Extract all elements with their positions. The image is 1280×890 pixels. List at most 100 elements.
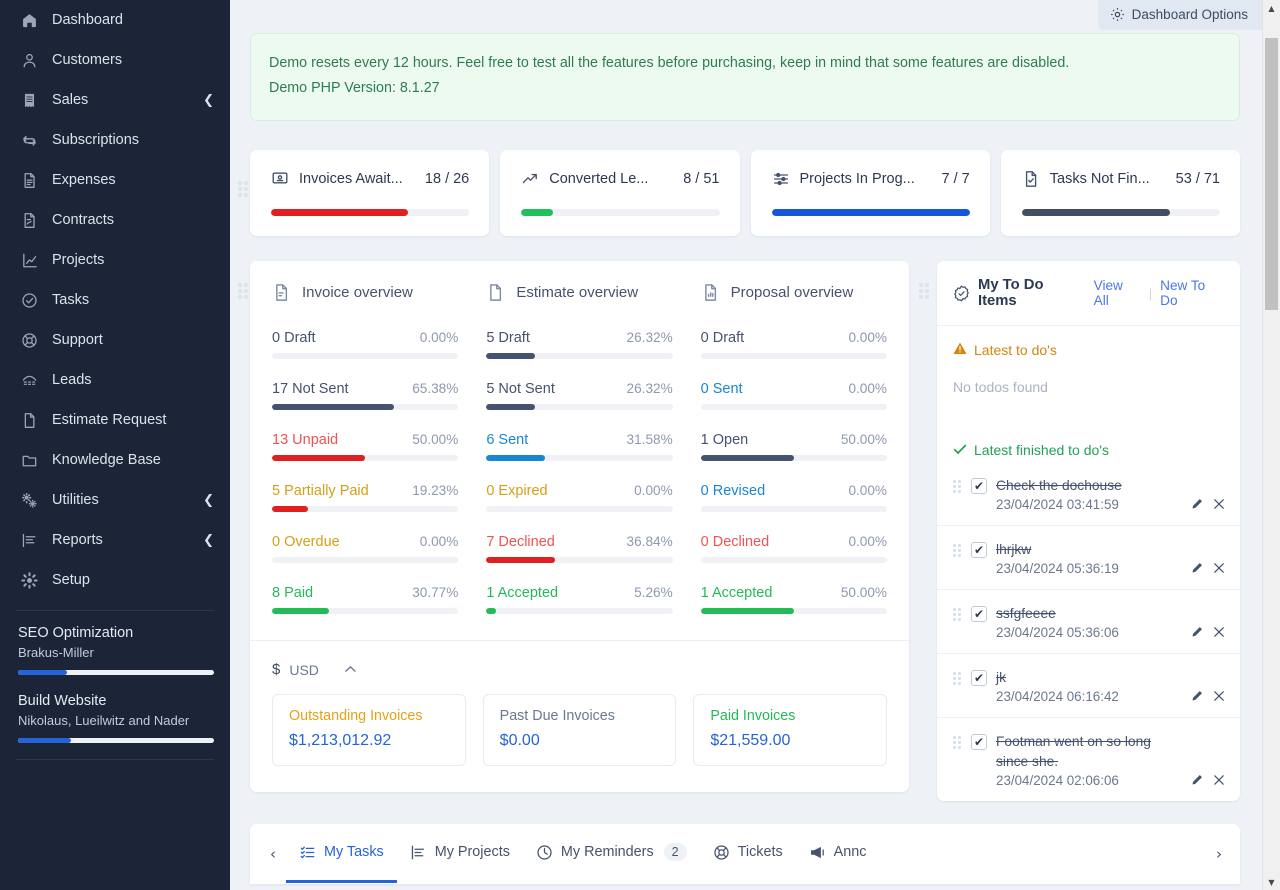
check-badge-icon [953, 284, 970, 302]
tab-annc[interactable]: Annc [796, 824, 880, 883]
kpi-card[interactable]: Projects In Prog... 7 / 7 [750, 150, 990, 236]
sidebar-item-subscriptions[interactable]: Subscriptions [0, 120, 230, 160]
currency-selector[interactable]: $ USD [272, 661, 887, 678]
sidebar-item-knowledge-base[interactable]: Knowledge Base [0, 440, 230, 480]
overview-row: 0 Revised 0.00% [700, 483, 887, 512]
todo-panel-drag-handle[interactable] [919, 283, 930, 299]
tab-my-projects[interactable]: My Projects [397, 824, 523, 883]
sidebar-item-contracts[interactable]: Contracts [0, 200, 230, 240]
scrollbar-thumb[interactable] [1265, 38, 1278, 310]
overview-columns: Invoice overview 0 Draft 0.00% 17 Not Sent 6… [272, 283, 887, 614]
tabs-prev-arrow[interactable]: ‹ [260, 845, 286, 863]
kpi-progress-bar [521, 209, 720, 216]
todo-drag-handle[interactable] [953, 480, 962, 493]
kpi-card[interactable]: Invoices Await... 18 / 26 [250, 150, 490, 236]
close-icon[interactable] [1212, 497, 1226, 511]
pencil-icon[interactable] [1190, 561, 1204, 575]
kpi-card[interactable]: Converted Le... 8 / 51 [500, 150, 740, 236]
scroll-up-arrow[interactable]: ▲ [1263, 0, 1280, 16]
kpi-header: Projects In Prog... 7 / 7 [772, 170, 970, 188]
todo-checkbox[interactable]: ✔ [971, 478, 987, 494]
pencil-icon[interactable] [1190, 497, 1204, 511]
warning-triangle-icon [953, 342, 967, 358]
overview-row-label: 7 Declined [486, 534, 555, 550]
sidebar-item-utilities[interactable]: Utilities ❮ [0, 480, 230, 520]
overview-row-percent: 0.00% [848, 483, 887, 498]
pencil-icon[interactable] [1190, 689, 1204, 703]
tab-tickets[interactable]: Tickets [700, 824, 796, 883]
chevron-left-icon[interactable]: ❮ [203, 94, 214, 107]
currency-symbol: $ [272, 661, 281, 678]
todo-new-link[interactable]: New To Do [1160, 278, 1226, 308]
todo-checkbox[interactable]: ✔ [971, 606, 987, 622]
sidebar-item-customers[interactable]: Customers [0, 40, 230, 80]
overview-row-percent: 36.84% [626, 534, 673, 549]
sidebar-item-estimate-request[interactable]: Estimate Request [0, 400, 230, 440]
todo-item-actions [1190, 625, 1226, 640]
sidebar-item-support[interactable]: Support [0, 320, 230, 360]
sidebar-item-dashboard[interactable]: Dashboard [0, 0, 230, 40]
todo-checkbox[interactable]: ✔ [971, 734, 987, 750]
kpi-card[interactable]: Tasks Not Fin... 53 / 71 [1000, 150, 1240, 236]
overview-row-label: 0 Overdue [272, 534, 340, 550]
kpi-progress-bar [271, 209, 470, 216]
money-card[interactable]: Outstanding Invoices $1,213,012.92 [272, 694, 466, 766]
sidebar-item-leads[interactable]: Leads [0, 360, 230, 400]
tab-my-reminders[interactable]: My Reminders 2 [523, 824, 700, 883]
pencil-icon[interactable] [1190, 625, 1204, 639]
report-icon [18, 530, 40, 550]
todo-header: My To Do Items View All | New To Do [937, 261, 1240, 326]
overview-row: 6 Sent 31.58% [486, 432, 673, 461]
scroll-down-arrow[interactable]: ▼ [1263, 874, 1280, 890]
gear-icon [1110, 7, 1125, 22]
chevron-left-icon[interactable]: ❮ [203, 534, 214, 547]
close-icon[interactable] [1212, 689, 1226, 703]
todo-drag-handle[interactable] [953, 672, 962, 685]
close-icon[interactable] [1212, 561, 1226, 575]
todo-item-content: jk 23/04/2024 06:16:42 [996, 668, 1181, 704]
overview-row-bar [486, 404, 673, 410]
overview-row-percent: 0.00% [848, 381, 887, 396]
todo-drag-handle[interactable] [953, 544, 962, 557]
overview-panel-drag-handle[interactable] [238, 283, 249, 299]
overview-row-bar [272, 404, 459, 410]
sidebar-project-progress [18, 738, 214, 743]
pencil-icon[interactable] [1190, 773, 1204, 787]
vertical-scrollbar[interactable]: ▲ ▼ [1262, 0, 1280, 890]
overview-row-percent: 19.23% [412, 483, 459, 498]
sidebar-project-item[interactable]: Build Website Nikolaus, Lueilwitz and Nad… [0, 691, 230, 743]
overview-column-title: Estimate overview [516, 284, 639, 301]
kpi-value: 53 / 71 [1175, 171, 1220, 187]
money-card[interactable]: Past Due Invoices $0.00 [482, 694, 677, 766]
dashboard-options-button[interactable]: Dashboard Options [1097, 0, 1262, 30]
close-icon[interactable] [1212, 773, 1226, 787]
close-icon[interactable] [1212, 625, 1226, 639]
sidebar-item-setup[interactable]: Setup [0, 560, 230, 600]
todo-drag-handle[interactable] [953, 736, 962, 749]
sidebar-item-reports[interactable]: Reports ❮ [0, 520, 230, 560]
chevron-up-icon[interactable] [344, 663, 357, 677]
sidebar-item-tasks[interactable]: Tasks [0, 280, 230, 320]
sidebar-item-label: Contracts [52, 212, 115, 228]
overview-row-percent: 31.58% [626, 432, 673, 447]
tab-my-tasks[interactable]: My Tasks [286, 824, 397, 883]
sidebar-item-sales[interactable]: Sales ❮ [0, 80, 230, 120]
todo-checkbox[interactable]: ✔ [971, 542, 987, 558]
todo-view-all-link[interactable]: View All [1094, 278, 1141, 308]
chevron-left-icon[interactable]: ❮ [203, 494, 214, 507]
money-card-value: $21,559.00 [710, 732, 791, 749]
tabs-next-arrow[interactable]: › [1206, 845, 1232, 863]
todo-drag-handle[interactable] [953, 608, 962, 621]
todo-latest-heading: Latest to do's [937, 326, 1240, 358]
todo-latest-heading-label: Latest to do's [974, 342, 1057, 358]
chart-icon [18, 250, 40, 270]
overview-row-bar [486, 506, 673, 512]
sidebar-project-item[interactable]: SEO Optimization Brakus-Miller [0, 623, 230, 675]
sidebar-item-label: Projects [52, 252, 105, 268]
kpi-row-drag-handle[interactable] [238, 181, 249, 197]
todo-checkbox[interactable]: ✔ [971, 670, 987, 686]
proposal-doc-icon [701, 283, 720, 302]
sidebar-item-projects[interactable]: Projects [0, 240, 230, 280]
sidebar-item-expenses[interactable]: Expenses [0, 160, 230, 200]
money-card[interactable]: Paid Invoices $21,559.00 [693, 694, 888, 766]
